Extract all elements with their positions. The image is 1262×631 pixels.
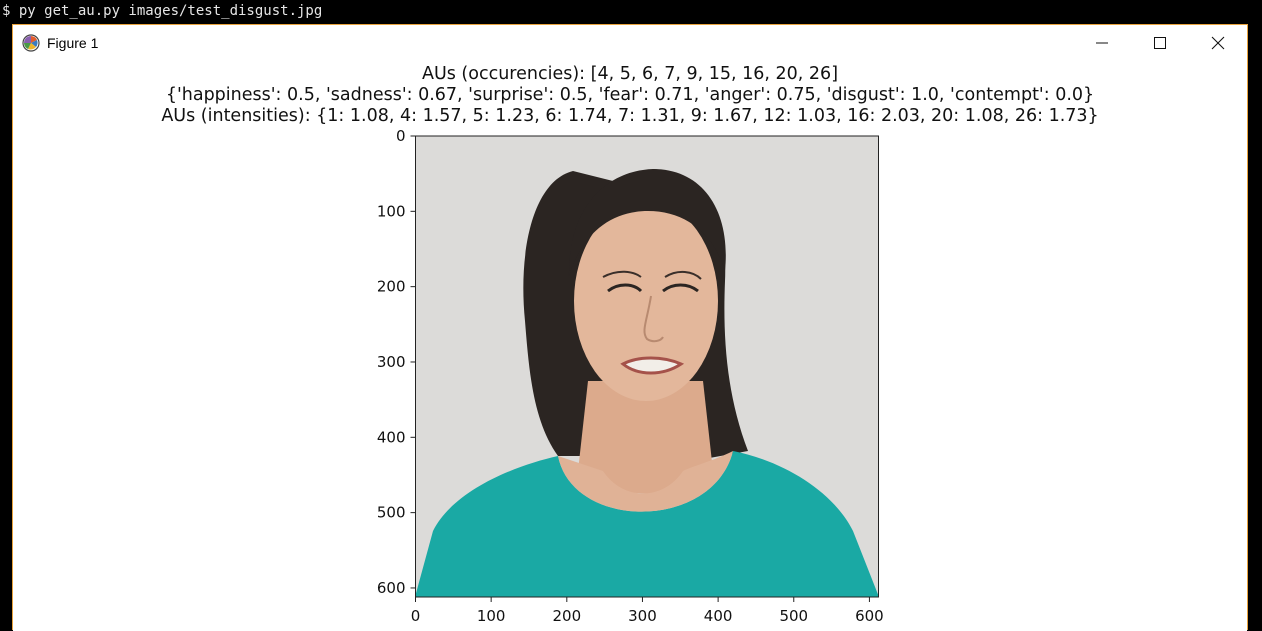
x-tick-label: 300 — [628, 607, 657, 625]
minimize-button[interactable] — [1073, 25, 1131, 61]
figure-canvas: AUs (occurencies): [4, 5, 6, 7, 9, 15, 1… — [13, 61, 1247, 631]
minimize-icon — [1096, 42, 1108, 44]
close-button[interactable] — [1189, 25, 1247, 61]
x-tick-label: 200 — [552, 607, 581, 625]
y-tick-label: 200 — [377, 278, 406, 296]
y-axis: 0 100 200 300 400 500 600 — [377, 127, 416, 597]
figure-window: Figure 1 AUs (occurencies): [4, 5, 6, 7,… — [12, 24, 1248, 631]
y-tick-label: 400 — [377, 428, 406, 446]
y-tick-label: 300 — [377, 353, 406, 371]
maximize-button[interactable] — [1131, 25, 1189, 61]
window-titlebar[interactable]: Figure 1 — [13, 25, 1247, 61]
window-title: Figure 1 — [47, 35, 99, 51]
y-tick-label: 100 — [377, 202, 406, 220]
terminal-command-line: $ py get_au.py images/test_disgust.jpg — [2, 3, 323, 19]
x-tick-label: 400 — [704, 607, 733, 625]
close-icon — [1211, 36, 1225, 50]
x-axis: 0 100 200 300 400 500 600 — [411, 597, 884, 625]
image-plot: 0 100 200 300 400 500 600 0 100 200 300 400 500 600 — [377, 127, 884, 625]
x-tick-label: 600 — [855, 607, 884, 625]
x-tick-label: 500 — [779, 607, 808, 625]
x-tick-label: 0 — [411, 607, 421, 625]
y-tick-label: 500 — [377, 504, 406, 522]
y-tick-label: 0 — [396, 127, 406, 145]
face-photo — [415, 136, 879, 597]
matplotlib-icon — [22, 34, 40, 52]
y-tick-label: 600 — [377, 579, 406, 597]
x-tick-label: 100 — [477, 607, 506, 625]
maximize-icon — [1154, 37, 1166, 49]
